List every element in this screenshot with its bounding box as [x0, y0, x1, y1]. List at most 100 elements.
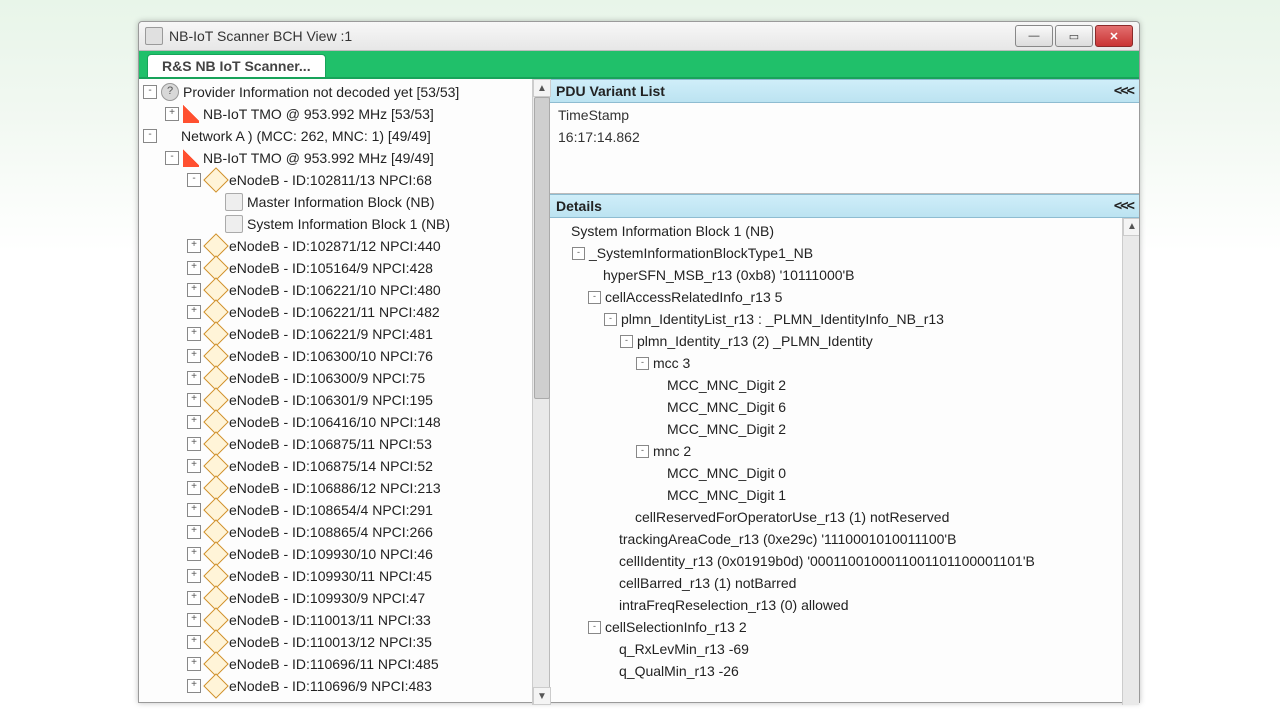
expand-icon[interactable]: +: [187, 591, 201, 605]
right-scrollbar[interactable]: ▲: [1122, 218, 1139, 705]
detail-item-19[interactable]: q_QualMin_r13 -26: [556, 660, 1116, 682]
scroll-up-icon[interactable]: ▲: [533, 79, 551, 97]
tree-tmo-2[interactable]: -NB-IoT TMO @ 953.992 MHz [49/49]: [143, 147, 530, 169]
expand-icon[interactable]: -: [143, 129, 157, 143]
pdu-collapse-icon[interactable]: <<<: [1114, 83, 1133, 99]
expand-icon[interactable]: -: [588, 291, 601, 304]
tree-provider-undecoded[interactable]: -?Provider Information not decoded yet […: [143, 81, 530, 103]
tree-enodeb-19[interactable]: +eNodeB - ID:110696/11 NPCI:485: [143, 653, 530, 675]
expand-icon[interactable]: -: [143, 85, 157, 99]
detail-item-10[interactable]: MCC_MNC_Digit 0: [556, 462, 1116, 484]
tab-scanner[interactable]: R&S NB IoT Scanner...: [147, 54, 326, 77]
tree-enodeb-8[interactable]: +eNodeB - ID:106416/10 NPCI:148: [143, 411, 530, 433]
expand-icon[interactable]: +: [187, 239, 201, 253]
expand-icon[interactable]: +: [187, 547, 201, 561]
maximize-button[interactable]: ▭: [1055, 25, 1093, 47]
expand-icon[interactable]: -: [636, 445, 649, 458]
tree-enodeb-18[interactable]: +eNodeB - ID:110013/12 NPCI:35: [143, 631, 530, 653]
expand-icon[interactable]: -: [187, 173, 201, 187]
tree-enodeb-9[interactable]: +eNodeB - ID:106875/11 NPCI:53: [143, 433, 530, 455]
tree-enodeb-5[interactable]: +eNodeB - ID:106300/10 NPCI:76: [143, 345, 530, 367]
expand-icon[interactable]: +: [187, 503, 201, 517]
expand-icon[interactable]: +: [187, 261, 201, 275]
tree-enodeb-6[interactable]: +eNodeB - ID:106300/9 NPCI:75: [143, 367, 530, 389]
pdu-header[interactable]: PDU Variant List <<<: [550, 79, 1139, 103]
tree-enodeb-12[interactable]: +eNodeB - ID:108654/4 NPCI:291: [143, 499, 530, 521]
detail-item-7[interactable]: MCC_MNC_Digit 6: [556, 396, 1116, 418]
scroll-up-icon[interactable]: ▲: [1123, 218, 1139, 236]
detail-item-12[interactable]: cellReservedForOperatorUse_r13 (1) notRe…: [556, 506, 1116, 528]
scroll-thumb[interactable]: [534, 97, 550, 399]
expand-icon[interactable]: +: [187, 569, 201, 583]
expand-icon[interactable]: +: [165, 107, 179, 121]
expand-icon[interactable]: -: [588, 621, 601, 634]
expand-icon[interactable]: +: [187, 349, 201, 363]
tree-enodeb-11[interactable]: +eNodeB - ID:106886/12 NPCI:213: [143, 477, 530, 499]
tree-enodeb-14[interactable]: +eNodeB - ID:109930/10 NPCI:46: [143, 543, 530, 565]
expand-icon[interactable]: +: [187, 327, 201, 341]
tree-enodeb-0[interactable]: +eNodeB - ID:102871/12 NPCI:440: [143, 235, 530, 257]
tree-enodeb-10[interactable]: +eNodeB - ID:106875/14 NPCI:52: [143, 455, 530, 477]
detail-item-5[interactable]: -mcc 3: [556, 352, 1116, 374]
expand-icon[interactable]: +: [187, 415, 201, 429]
tree-mib[interactable]: Master Information Block (NB): [143, 191, 530, 213]
tree-enodeb-3[interactable]: +eNodeB - ID:106221/11 NPCI:482: [143, 301, 530, 323]
titlebar[interactable]: NB-IoT Scanner BCH View :1 — ▭ ✕: [139, 22, 1139, 51]
details-tree[interactable]: System Information Block 1 (NB)-_SystemI…: [550, 218, 1122, 705]
detail-item-9[interactable]: -mnc 2: [556, 440, 1116, 462]
expand-icon[interactable]: +: [187, 613, 201, 627]
detail-item-4[interactable]: -plmn_Identity_r13 (2) _PLMN_Identity: [556, 330, 1116, 352]
expand-icon[interactable]: -: [165, 151, 179, 165]
network-tree[interactable]: -?Provider Information not decoded yet […: [139, 79, 532, 705]
expand-icon[interactable]: +: [187, 459, 201, 473]
left-scrollbar[interactable]: ▲ ▼: [532, 79, 549, 705]
close-button[interactable]: ✕: [1095, 25, 1133, 47]
tree-enodeb-2[interactable]: +eNodeB - ID:106221/10 NPCI:480: [143, 279, 530, 301]
tree-sib1[interactable]: System Information Block 1 (NB): [143, 213, 530, 235]
detail-item-0[interactable]: -_SystemInformationBlockType1_NB: [556, 242, 1116, 264]
scroll-down-icon[interactable]: ▼: [533, 687, 551, 705]
tree-enodeb-20[interactable]: +eNodeB - ID:110696/9 NPCI:483: [143, 675, 530, 697]
tree-enodeb-7[interactable]: +eNodeB - ID:106301/9 NPCI:195: [143, 389, 530, 411]
details-collapse-icon[interactable]: <<<: [1114, 198, 1133, 214]
tree-enodeb-4[interactable]: +eNodeB - ID:106221/9 NPCI:481: [143, 323, 530, 345]
detail-item-17[interactable]: -cellSelectionInfo_r13 2: [556, 616, 1116, 638]
tree-enodeb-13[interactable]: +eNodeB - ID:108865/4 NPCI:266: [143, 521, 530, 543]
expand-icon[interactable]: +: [187, 635, 201, 649]
detail-item-6[interactable]: MCC_MNC_Digit 2: [556, 374, 1116, 396]
expand-icon[interactable]: -: [620, 335, 633, 348]
tree-enodeb-16[interactable]: +eNodeB - ID:109930/9 NPCI:47: [143, 587, 530, 609]
details-header[interactable]: Details <<<: [550, 194, 1139, 218]
detail-item-3[interactable]: -plmn_IdentityList_r13 : _PLMN_IdentityI…: [556, 308, 1116, 330]
tree-enodeb-15[interactable]: +eNodeB - ID:109930/11 NPCI:45: [143, 565, 530, 587]
expand-icon[interactable]: +: [187, 283, 201, 297]
minimize-button[interactable]: —: [1015, 25, 1053, 47]
tree-enodeb-17[interactable]: +eNodeB - ID:110013/11 NPCI:33: [143, 609, 530, 631]
detail-item-14[interactable]: cellIdentity_r13 (0x01919b0d) '000110010…: [556, 550, 1116, 572]
detail-item-8[interactable]: MCC_MNC_Digit 2: [556, 418, 1116, 440]
expand-icon[interactable]: -: [604, 313, 617, 326]
expand-icon[interactable]: -: [636, 357, 649, 370]
detail-item-18[interactable]: q_RxLevMin_r13 -69: [556, 638, 1116, 660]
expand-icon[interactable]: -: [572, 247, 585, 260]
detail-item-11[interactable]: MCC_MNC_Digit 1: [556, 484, 1116, 506]
expand-icon[interactable]: +: [187, 371, 201, 385]
pdu-column-timestamp[interactable]: TimeStamp: [558, 107, 1131, 123]
detail-item-13[interactable]: trackingAreaCode_r13 (0xe29c) '111000101…: [556, 528, 1116, 550]
expand-icon[interactable]: +: [187, 393, 201, 407]
expand-icon[interactable]: +: [187, 437, 201, 451]
tree-network-a[interactable]: -Network A ) (MCC: 262, MNC: 1) [49/49]: [143, 125, 530, 147]
expand-icon[interactable]: +: [187, 525, 201, 539]
expand-icon[interactable]: +: [187, 679, 201, 693]
detail-item-15[interactable]: cellBarred_r13 (1) notBarred: [556, 572, 1116, 594]
tree-enodeb-1[interactable]: +eNodeB - ID:105164/9 NPCI:428: [143, 257, 530, 279]
detail-item-16[interactable]: intraFreqReselection_r13 (0) allowed: [556, 594, 1116, 616]
tree-enodeb-open[interactable]: -eNodeB - ID:102811/13 NPCI:68: [143, 169, 530, 191]
tree-tmo-1[interactable]: +NB-IoT TMO @ 953.992 MHz [53/53]: [143, 103, 530, 125]
detail-item-2[interactable]: -cellAccessRelatedInfo_r13 5: [556, 286, 1116, 308]
detail-item-1[interactable]: hyperSFN_MSB_r13 (0xb8) '10111000'B: [556, 264, 1116, 286]
pdu-timestamp-value[interactable]: 16:17:14.862: [558, 129, 1131, 145]
expand-icon[interactable]: +: [187, 305, 201, 319]
expand-icon[interactable]: +: [187, 657, 201, 671]
detail-title[interactable]: System Information Block 1 (NB): [556, 220, 1116, 242]
